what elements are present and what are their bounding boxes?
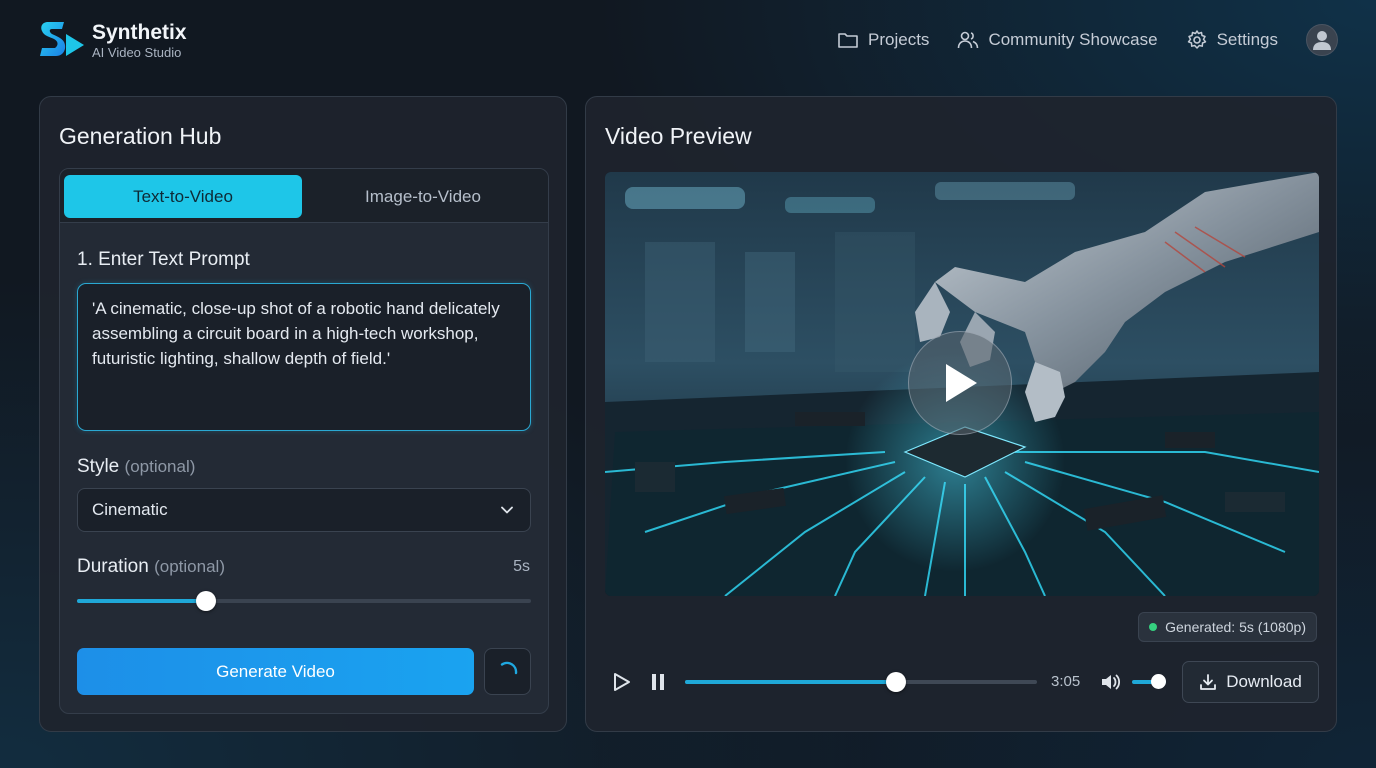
folder-icon [838, 33, 858, 48]
generated-status-badge: Generated: 5s (1080p) [1138, 612, 1317, 642]
user-avatar[interactable] [1306, 24, 1338, 56]
pause-icon[interactable] [650, 672, 666, 692]
main-nav: Projects Community Showcase Settings [809, 22, 1338, 58]
volume-slider-thumb[interactable] [1151, 674, 1166, 689]
mode-tabs: Text-to-Video Image-to-Video [60, 169, 548, 223]
duration-slider[interactable] [77, 591, 531, 611]
play-icon [946, 364, 977, 402]
tab-text-to-video[interactable]: Text-to-Video [64, 175, 302, 218]
playback-progress-fill [685, 680, 896, 684]
generation-form: Text-to-Video Image-to-Video 1. Enter Te… [59, 168, 549, 714]
loading-spinner [484, 648, 531, 695]
duration-label-text: Duration [77, 556, 149, 577]
duration-slider-thumb[interactable] [196, 591, 216, 611]
style-optional-text: (optional) [124, 457, 196, 476]
generated-status-text: Generated: 5s (1080p) [1165, 619, 1306, 635]
users-icon [958, 31, 979, 49]
generate-video-button[interactable]: Generate Video [77, 648, 474, 695]
prompt-textarea[interactable]: 'A cinematic, close-up shot of a robotic… [77, 283, 531, 431]
style-select-value: Cinematic [92, 500, 168, 519]
nav-settings-label: Settings [1216, 30, 1278, 49]
generation-hub-panel: Generation Hub Text-to-Video Image-to-Vi… [39, 96, 567, 732]
download-icon [1200, 674, 1217, 690]
synthetix-logo-icon [40, 22, 84, 56]
video-player[interactable] [605, 172, 1319, 596]
brand-subtitle: AI Video Studio [92, 44, 182, 60]
style-label-text: Style [77, 456, 120, 477]
tab-image-to-video[interactable]: Image-to-Video [304, 175, 542, 218]
nav-community-label: Community Showcase [988, 30, 1158, 49]
play-icon[interactable] [613, 672, 631, 692]
nav-community-showcase[interactable]: Community Showcase [957, 30, 1158, 50]
nav-projects[interactable]: Projects [837, 30, 929, 50]
play-overlay-button[interactable] [908, 331, 1012, 435]
volume-icon[interactable] [1099, 671, 1121, 693]
playback-time: 3:05 [1051, 673, 1081, 690]
nav-projects-label: Projects [868, 30, 930, 49]
brand-name: Synthetix [92, 20, 187, 44]
download-label: Download [1226, 672, 1302, 691]
user-icon [1313, 31, 1331, 50]
generation-hub-title: Generation Hub [59, 123, 222, 149]
prompt-label: 1. Enter Text Prompt [77, 249, 250, 270]
video-preview-panel: Video Preview Generated: 5s (1080p) 3:05… [585, 96, 1337, 732]
top-header: Synthetix AI Video Studio Projects Commu… [0, 0, 1376, 82]
chevron-down-icon [501, 506, 513, 514]
status-dot [1149, 623, 1158, 631]
video-preview-title: Video Preview [605, 123, 752, 149]
playback-progress-thumb[interactable] [886, 672, 906, 692]
gear-icon [1187, 30, 1206, 49]
style-select[interactable]: Cinematic [77, 488, 531, 532]
duration-value: 5s [513, 558, 530, 575]
duration-optional-text: (optional) [154, 557, 225, 576]
nav-settings[interactable]: Settings [1186, 29, 1278, 51]
download-button[interactable]: Download [1182, 661, 1319, 703]
duration-slider-fill [77, 599, 206, 603]
duration-label: Duration (optional) [77, 556, 225, 578]
player-controls: 3:05 Download [605, 661, 1319, 703]
spinner-icon [500, 661, 517, 674]
playback-progress-slider[interactable] [685, 672, 1037, 692]
style-label: Style (optional) [77, 456, 195, 478]
brand[interactable]: Synthetix AI Video Studio [38, 18, 187, 62]
